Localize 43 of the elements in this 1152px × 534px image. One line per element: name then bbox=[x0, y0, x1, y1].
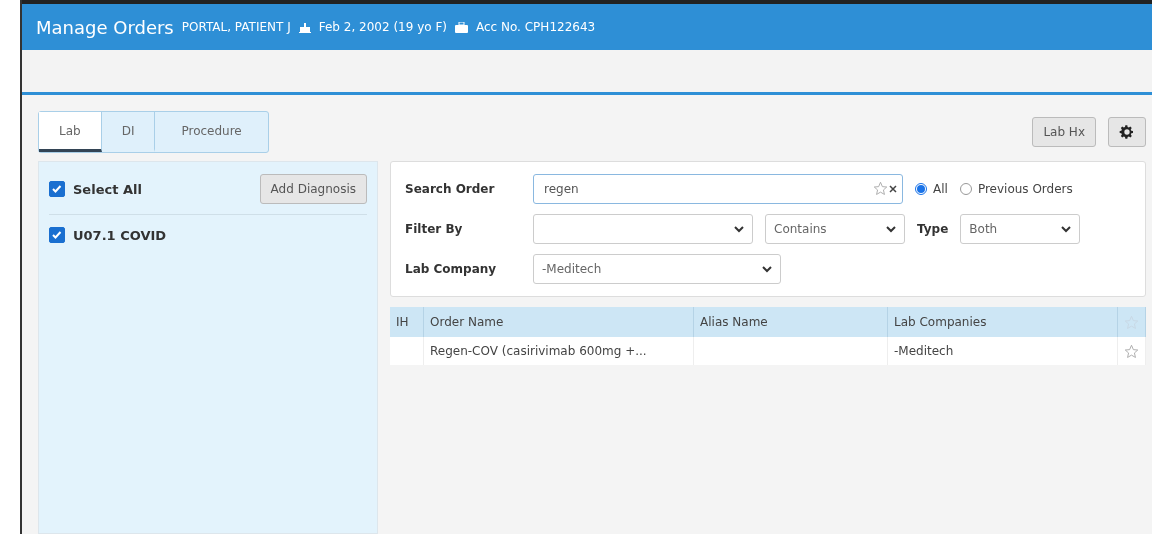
chevron-down-icon bbox=[1061, 225, 1072, 233]
clear-icon[interactable] bbox=[889, 184, 897, 193]
page-title: Manage Orders bbox=[36, 16, 174, 38]
star-icon[interactable] bbox=[873, 181, 888, 196]
column-header[interactable]: Order Name bbox=[424, 307, 694, 337]
table-cell: -Meditech bbox=[888, 337, 1118, 365]
search-label: Search Order bbox=[405, 182, 496, 196]
patient-name: PORTAL, PATIENT J bbox=[181, 20, 291, 34]
chevron-down-icon bbox=[762, 265, 772, 273]
settings-icon bbox=[1119, 124, 1135, 140]
checkbox[interactable] bbox=[49, 227, 65, 243]
patient-dob: Feb 2, 2002 (19 yo F) bbox=[318, 20, 447, 34]
tab[interactable]: DI bbox=[101, 112, 156, 152]
match-select[interactable]: Contains bbox=[765, 214, 905, 244]
column-header[interactable]: Alias Name bbox=[694, 307, 888, 337]
radio-label: All bbox=[933, 182, 948, 196]
briefcase-icon bbox=[455, 21, 468, 33]
column-header[interactable]: Lab Companies bbox=[888, 307, 1118, 337]
settings-button[interactable] bbox=[1108, 117, 1146, 147]
lab-company-select[interactable]: -Meditech bbox=[533, 254, 781, 284]
checkbox[interactable] bbox=[49, 181, 65, 197]
star-icon[interactable] bbox=[1124, 343, 1139, 359]
birthday-cake-icon bbox=[298, 21, 311, 33]
column-header[interactable]: IH bbox=[390, 307, 424, 337]
radio-button[interactable] bbox=[915, 183, 927, 195]
table-cell bbox=[390, 337, 424, 365]
type-label: Type bbox=[917, 222, 949, 236]
search-field[interactable]: regen bbox=[533, 174, 903, 204]
add-diagnosis-button[interactable]: Add Diagnosis bbox=[259, 174, 367, 204]
tab[interactable]: Procedure bbox=[155, 112, 268, 152]
lab-company-label: Lab Company bbox=[405, 262, 498, 276]
tab[interactable]: Lab bbox=[39, 112, 102, 152]
lab-history-button[interactable]: Lab Hx bbox=[1032, 117, 1096, 147]
radio-label: Previous Orders bbox=[977, 182, 1073, 196]
checkbox-label: U07.1 COVID bbox=[73, 227, 167, 243]
filter-select[interactable] bbox=[533, 214, 753, 244]
table-cell: Regen-COV (casirivimab 600mg +... bbox=[424, 337, 694, 365]
type-select[interactable]: Both bbox=[960, 214, 1081, 244]
filter-label: Filter By bbox=[405, 222, 464, 236]
chevron-down-icon bbox=[734, 225, 744, 233]
chevron-down-icon bbox=[886, 225, 896, 233]
account-number: Acc No. CPH122643 bbox=[476, 20, 596, 34]
checkbox-label: Select All bbox=[73, 181, 142, 197]
